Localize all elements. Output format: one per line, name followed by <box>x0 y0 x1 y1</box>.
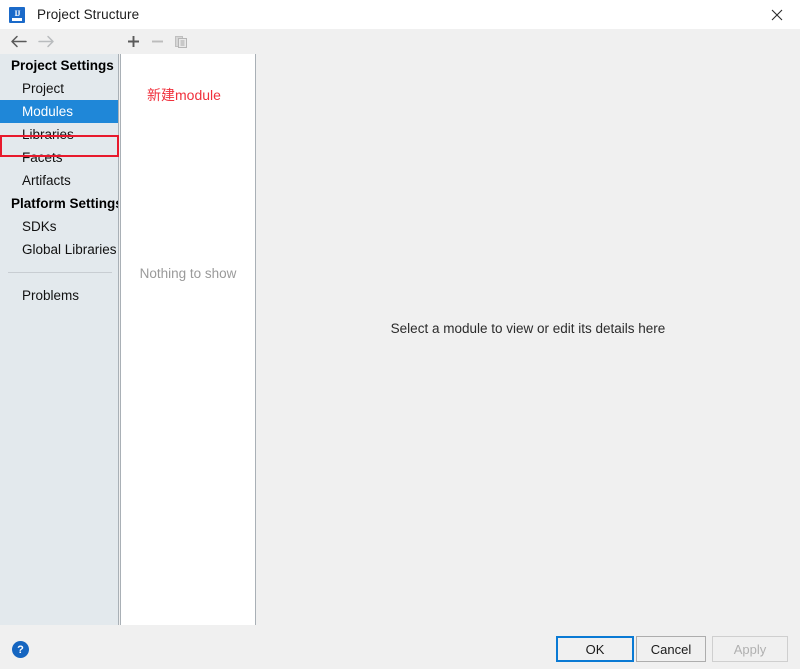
ok-button[interactable]: OK <box>556 636 634 662</box>
sidebar-item-global-libraries[interactable]: Global Libraries <box>0 238 118 261</box>
minus-icon[interactable] <box>145 30 169 53</box>
app-icon-glyph: IJ <box>14 8 20 18</box>
module-list-panel[interactable]: 新建module Nothing to show <box>120 54 256 625</box>
cancel-button[interactable]: Cancel <box>636 636 706 662</box>
question-mark-icon[interactable]: ? <box>12 641 29 658</box>
module-toolbar <box>120 29 256 54</box>
page-title: Project Structure <box>37 7 140 22</box>
new-module-annotation-label: 新建module <box>147 87 221 103</box>
sidebar-item-modules[interactable]: Modules <box>0 100 118 123</box>
sidebar-item-artifacts[interactable]: Artifacts <box>0 169 118 192</box>
arrow-right-icon[interactable] <box>32 30 60 54</box>
module-detail-pane: Select a module to view or edit its deta… <box>256 29 800 625</box>
sidebar-item-problems[interactable]: Problems <box>0 284 118 307</box>
window-title-bar: IJ Project Structure <box>0 0 800 29</box>
navigation-arrows <box>0 29 119 54</box>
sidebar-item-libraries[interactable]: Libraries <box>0 123 118 146</box>
sidebar-divider <box>8 272 112 273</box>
module-list-empty-text: Nothing to show <box>139 266 237 281</box>
sidebar-group-platform-settings: Platform Settings <box>11 196 119 211</box>
detail-placeholder-text: Select a module to view or edit its deta… <box>390 321 666 336</box>
copy-icon[interactable] <box>169 30 193 53</box>
sidebar-item-sdks[interactable]: SDKs <box>0 215 118 238</box>
intellij-idea-icon: IJ <box>9 6 25 23</box>
arrow-left-icon[interactable] <box>4 30 32 54</box>
sidebar-item-facets[interactable]: Facets <box>0 146 118 169</box>
close-icon[interactable] <box>754 0 800 29</box>
sidebar-group-project-settings: Project Settings <box>11 58 114 73</box>
dialog-body: Project Settings Project Modules Librari… <box>0 29 800 625</box>
sidebar-item-project[interactable]: Project <box>0 77 118 100</box>
settings-sidebar: Project Settings Project Modules Librari… <box>0 54 119 625</box>
app-icon-underline <box>12 18 22 21</box>
apply-button[interactable]: Apply <box>712 636 788 662</box>
plus-icon[interactable] <box>121 30 145 53</box>
